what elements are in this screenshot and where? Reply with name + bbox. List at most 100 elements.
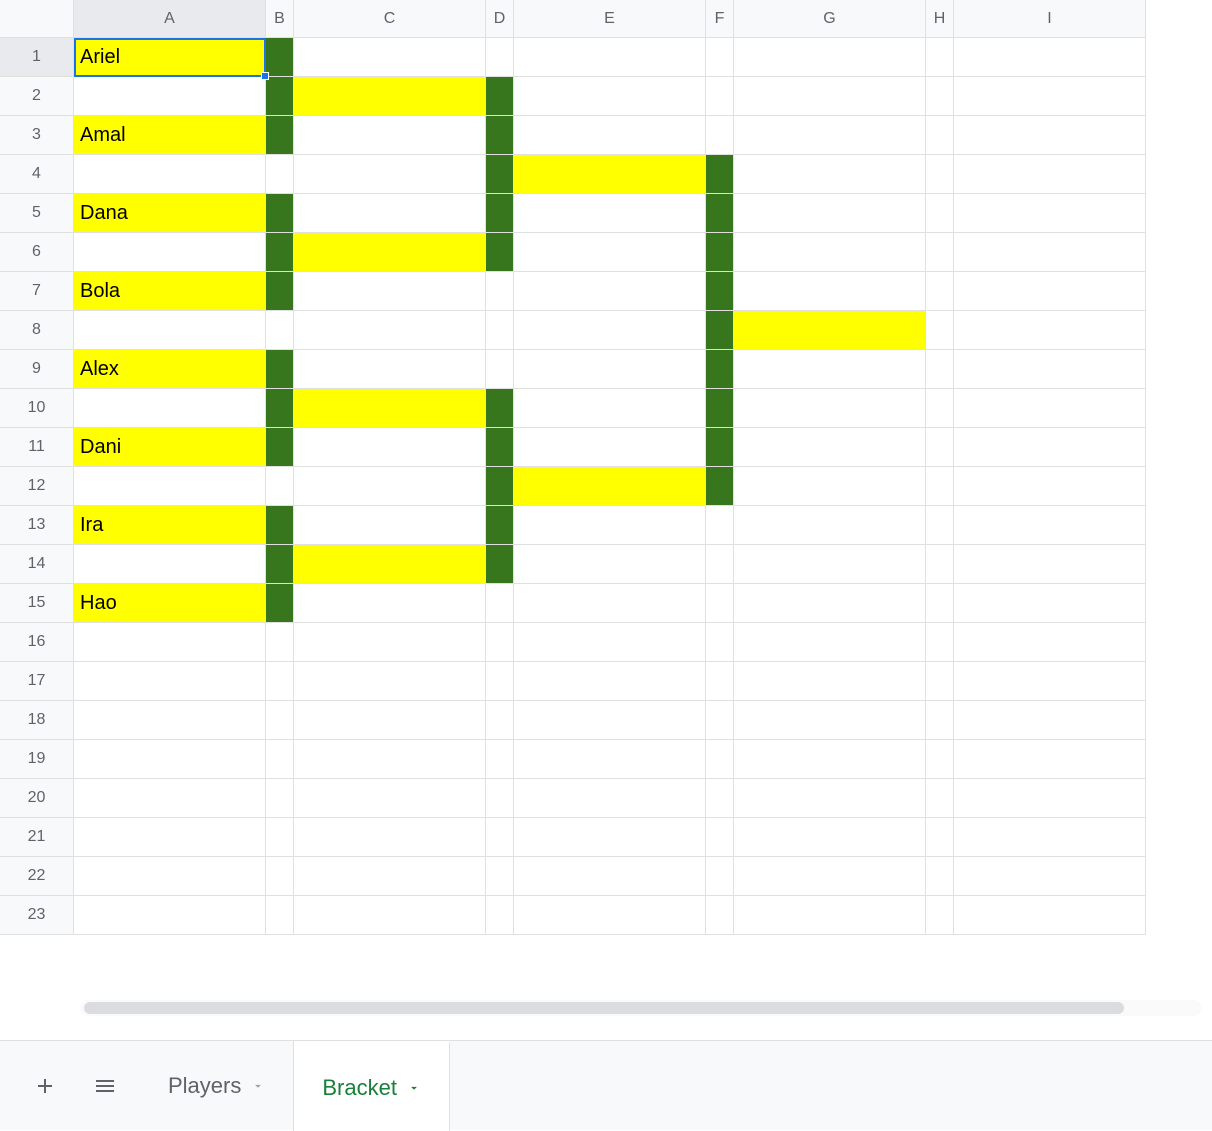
cell-I8[interactable] <box>954 311 1146 350</box>
cell-A2[interactable] <box>74 77 266 116</box>
row-header-18[interactable]: 18 <box>0 701 74 740</box>
cell-D7[interactable] <box>486 272 514 311</box>
cell-H20[interactable] <box>926 779 954 818</box>
cell-B12[interactable] <box>266 467 294 506</box>
cell-D20[interactable] <box>486 779 514 818</box>
cell-G23[interactable] <box>734 896 926 935</box>
cell-C1[interactable] <box>294 38 486 77</box>
cell-E17[interactable] <box>514 662 706 701</box>
cell-I3[interactable] <box>954 116 1146 155</box>
cell-D16[interactable] <box>486 623 514 662</box>
cell-H7[interactable] <box>926 272 954 311</box>
row-header-17[interactable]: 17 <box>0 662 74 701</box>
cell-I5[interactable] <box>954 194 1146 233</box>
cell-C9[interactable] <box>294 350 486 389</box>
cell-F4[interactable] <box>706 155 734 194</box>
row-header-1[interactable]: 1 <box>0 38 74 77</box>
cell-B1[interactable] <box>266 38 294 77</box>
cell-D13[interactable] <box>486 506 514 545</box>
cell-E15[interactable] <box>514 584 706 623</box>
cell-A11[interactable]: Dani <box>74 428 266 467</box>
cell-H4[interactable] <box>926 155 954 194</box>
cell-F14[interactable] <box>706 545 734 584</box>
cell-H10[interactable] <box>926 389 954 428</box>
cell-A20[interactable] <box>74 779 266 818</box>
cell-I15[interactable] <box>954 584 1146 623</box>
cell-D9[interactable] <box>486 350 514 389</box>
row-header-5[interactable]: 5 <box>0 194 74 233</box>
cell-C23[interactable] <box>294 896 486 935</box>
row-header-10[interactable]: 10 <box>0 389 74 428</box>
row-header-9[interactable]: 9 <box>0 350 74 389</box>
cell-B3[interactable] <box>266 116 294 155</box>
cell-E20[interactable] <box>514 779 706 818</box>
cell-E14[interactable] <box>514 545 706 584</box>
cell-A23[interactable] <box>74 896 266 935</box>
cell-E18[interactable] <box>514 701 706 740</box>
cell-A5[interactable]: Dana <box>74 194 266 233</box>
cell-H22[interactable] <box>926 857 954 896</box>
cell-G14[interactable] <box>734 545 926 584</box>
cell-F17[interactable] <box>706 662 734 701</box>
cell-I11[interactable] <box>954 428 1146 467</box>
cell-E16[interactable] <box>514 623 706 662</box>
cell-B8[interactable] <box>266 311 294 350</box>
cell-G9[interactable] <box>734 350 926 389</box>
cell-G21[interactable] <box>734 818 926 857</box>
row-header-23[interactable]: 23 <box>0 896 74 935</box>
cell-D15[interactable] <box>486 584 514 623</box>
cell-I17[interactable] <box>954 662 1146 701</box>
cell-C12[interactable] <box>294 467 486 506</box>
cell-G16[interactable] <box>734 623 926 662</box>
cell-C21[interactable] <box>294 818 486 857</box>
column-header-F[interactable]: F <box>706 0 734 38</box>
cell-B14[interactable] <box>266 545 294 584</box>
cell-G13[interactable] <box>734 506 926 545</box>
cell-C14[interactable] <box>294 545 486 584</box>
cell-D23[interactable] <box>486 896 514 935</box>
cell-G19[interactable] <box>734 740 926 779</box>
cell-F15[interactable] <box>706 584 734 623</box>
column-header-I[interactable]: I <box>954 0 1146 38</box>
cell-H13[interactable] <box>926 506 954 545</box>
cell-H6[interactable] <box>926 233 954 272</box>
cell-I22[interactable] <box>954 857 1146 896</box>
cell-E5[interactable] <box>514 194 706 233</box>
cell-D14[interactable] <box>486 545 514 584</box>
cell-E1[interactable] <box>514 38 706 77</box>
cell-F5[interactable] <box>706 194 734 233</box>
column-header-C[interactable]: C <box>294 0 486 38</box>
cell-C7[interactable] <box>294 272 486 311</box>
cell-C4[interactable] <box>294 155 486 194</box>
row-header-15[interactable]: 15 <box>0 584 74 623</box>
cell-F23[interactable] <box>706 896 734 935</box>
cell-E3[interactable] <box>514 116 706 155</box>
cell-A21[interactable] <box>74 818 266 857</box>
cell-F3[interactable] <box>706 116 734 155</box>
cell-B16[interactable] <box>266 623 294 662</box>
cell-A8[interactable] <box>74 311 266 350</box>
cell-G7[interactable] <box>734 272 926 311</box>
cell-B7[interactable] <box>266 272 294 311</box>
cell-B21[interactable] <box>266 818 294 857</box>
cell-D11[interactable] <box>486 428 514 467</box>
cell-B2[interactable] <box>266 77 294 116</box>
cell-F6[interactable] <box>706 233 734 272</box>
cell-I14[interactable] <box>954 545 1146 584</box>
cell-C2[interactable] <box>294 77 486 116</box>
cell-G2[interactable] <box>734 77 926 116</box>
cell-H18[interactable] <box>926 701 954 740</box>
cell-C19[interactable] <box>294 740 486 779</box>
cell-A6[interactable] <box>74 233 266 272</box>
row-header-7[interactable]: 7 <box>0 272 74 311</box>
row-header-4[interactable]: 4 <box>0 155 74 194</box>
cell-F21[interactable] <box>706 818 734 857</box>
cell-D12[interactable] <box>486 467 514 506</box>
add-sheet-button[interactable] <box>20 1061 70 1111</box>
cell-H16[interactable] <box>926 623 954 662</box>
column-header-D[interactable]: D <box>486 0 514 38</box>
row-header-16[interactable]: 16 <box>0 623 74 662</box>
cell-G1[interactable] <box>734 38 926 77</box>
cell-H1[interactable] <box>926 38 954 77</box>
selection-fill-handle[interactable] <box>261 72 269 80</box>
